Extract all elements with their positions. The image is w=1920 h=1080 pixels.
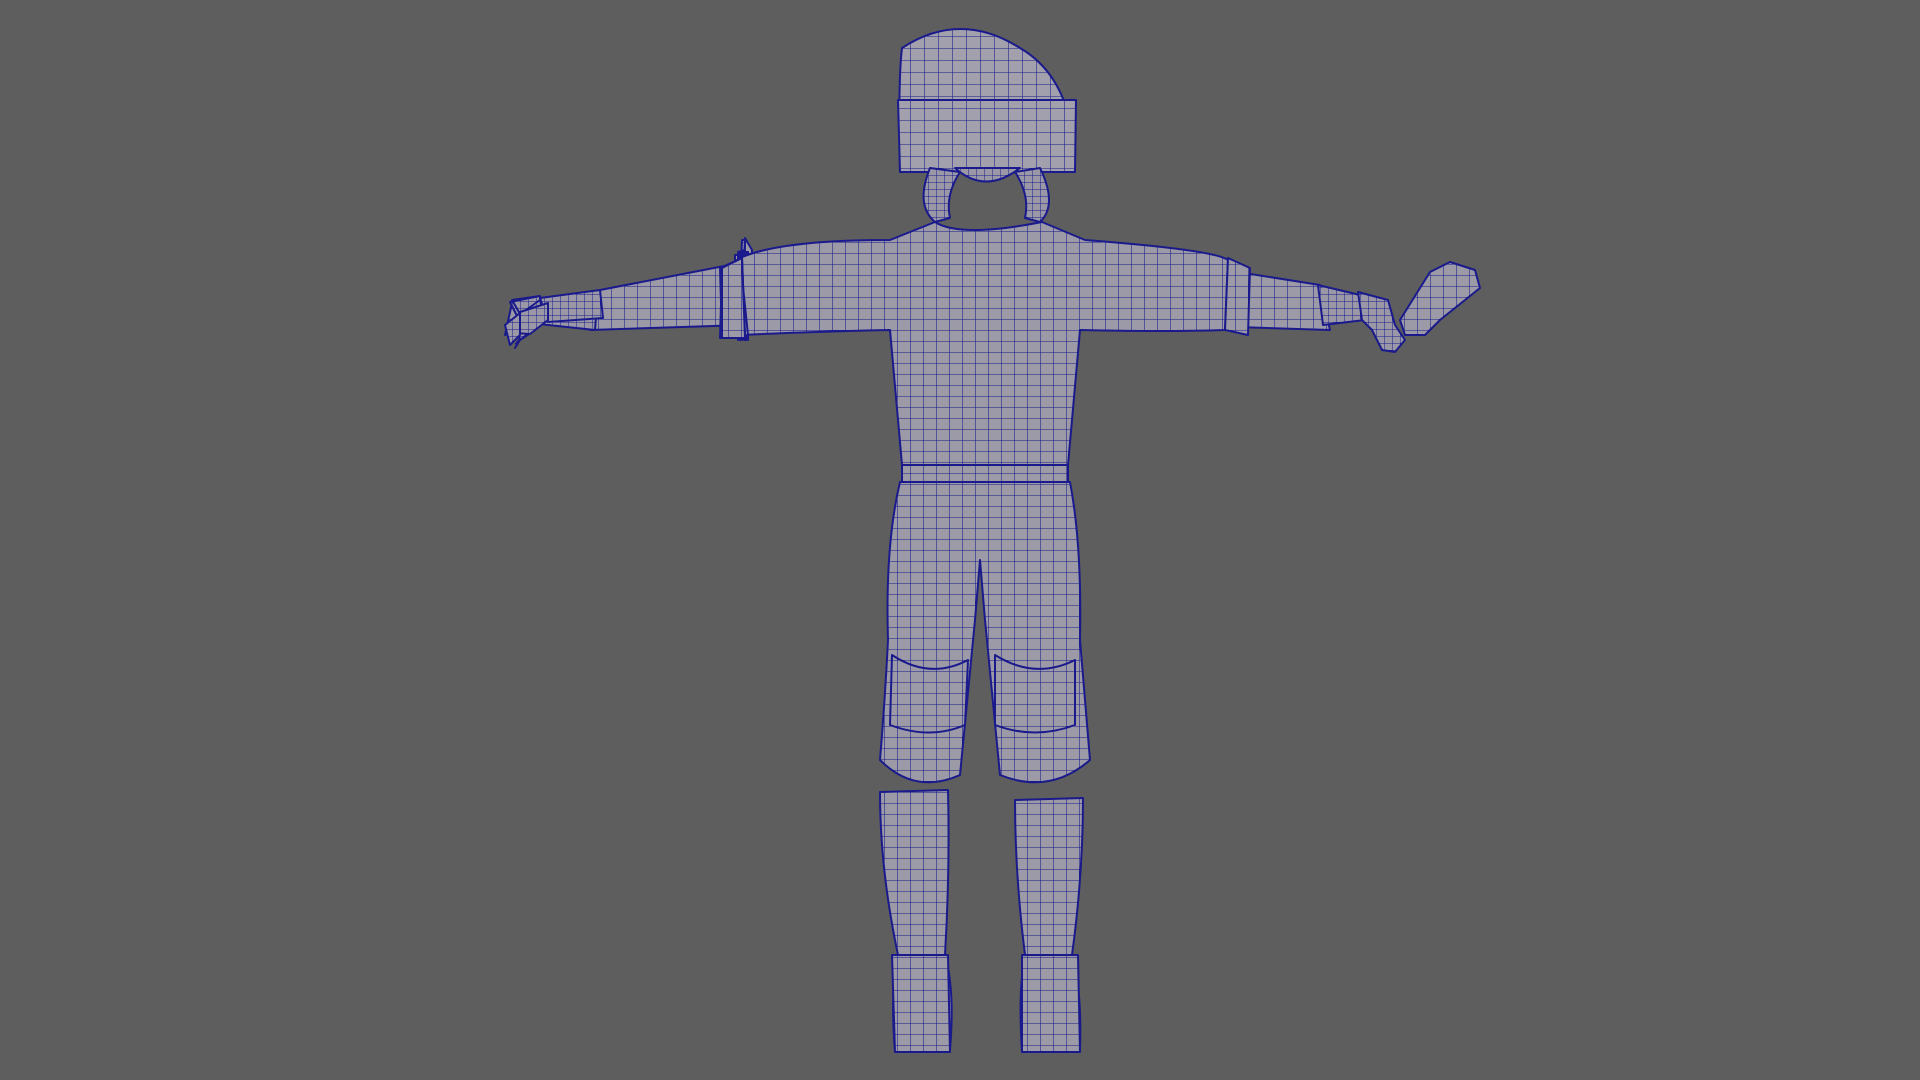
handheld-object[interactable]	[1399, 261, 1481, 336]
left-boot[interactable]	[879, 789, 953, 1053]
torso[interactable]	[719, 221, 1251, 466]
right-hand[interactable]	[1357, 291, 1406, 353]
pants[interactable]	[879, 481, 1091, 784]
3d-viewport[interactable]	[0, 0, 1920, 1080]
character-mesh[interactable]	[0, 0, 1920, 1080]
hair	[922, 167, 1050, 223]
right-boot[interactable]	[1014, 797, 1084, 1053]
belt	[901, 464, 1069, 483]
helmet[interactable]	[897, 28, 1077, 173]
